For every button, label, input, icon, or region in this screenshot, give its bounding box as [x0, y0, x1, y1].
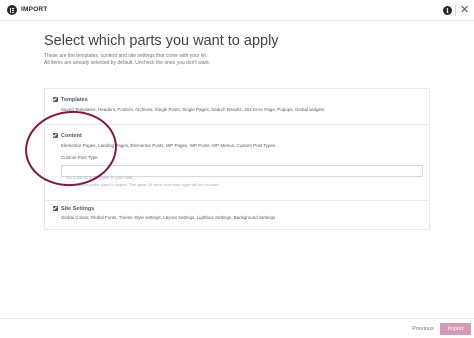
- site-settings-title: Site Settings: [61, 205, 95, 212]
- import-button[interactable]: Import: [440, 323, 471, 335]
- templates-checkbox[interactable]: [53, 97, 58, 102]
- section-templates: Templates Saved Templates, Headers, Foot…: [45, 89, 429, 125]
- page-title: Select which parts you want to apply: [44, 33, 279, 49]
- content-title: Content: [61, 132, 82, 139]
- custom-post-type-input[interactable]: [62, 172, 422, 183]
- description-line-1: These are the templates, content and sit…: [44, 53, 208, 59]
- templates-title: Templates: [61, 96, 88, 103]
- custom-post-type-help: Add the custom posts types to export. Th…: [61, 182, 220, 187]
- header-divider: [455, 5, 456, 16]
- section-content: Content Elementor Pages, Landing Pages, …: [45, 125, 429, 201]
- dialog-title: IMPORT: [21, 6, 48, 13]
- footer-bar: Previous Import: [0, 318, 474, 338]
- custom-post-type-label: Custom Post Type: [61, 155, 98, 160]
- site-settings-items: Global Colors, Global Fonts, Theme Style…: [61, 215, 276, 220]
- section-site-settings: Site Settings Global Colors, Global Font…: [45, 201, 429, 229]
- import-options-panel: Templates Saved Templates, Headers, Foot…: [44, 88, 430, 230]
- description-line-2: All items are already selected by defaul…: [44, 60, 211, 66]
- site-settings-checkbox[interactable]: [53, 206, 58, 211]
- templates-items: Saved Templates, Headers, Footers, Archi…: [61, 107, 325, 112]
- previous-button[interactable]: Previous: [407, 323, 439, 335]
- elementor-logo-icon: [7, 5, 17, 15]
- content-checkbox[interactable]: [53, 133, 58, 138]
- close-icon[interactable]: ✕: [460, 3, 469, 17]
- content-items: Elementor Pages, Landing Pages, Elemento…: [61, 143, 276, 148]
- info-icon[interactable]: i: [443, 6, 452, 15]
- custom-post-type-field[interactable]: [61, 165, 423, 183]
- page-description: These are the templates, content and sit…: [44, 53, 210, 67]
- top-bar: IMPORT i ✕: [0, 0, 474, 21]
